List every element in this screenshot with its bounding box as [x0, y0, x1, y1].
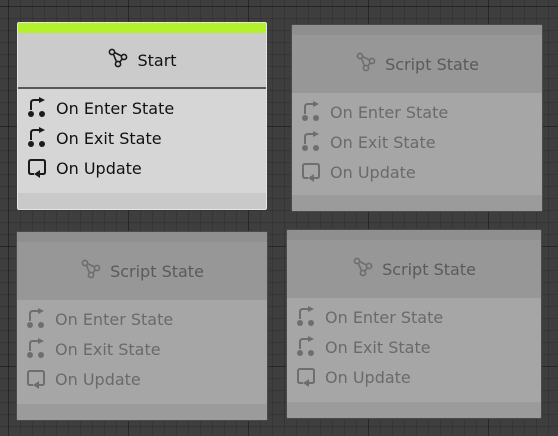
event-label: On Update — [325, 367, 411, 387]
state-node-script-state[interactable]: Script State On Enter State On Exit Stat… — [286, 229, 542, 419]
event-label: On Update — [56, 158, 142, 178]
event-row-on-exit-state[interactable]: On Exit State — [287, 332, 541, 362]
exit-state-icon — [295, 336, 317, 358]
node-header[interactable]: Script State — [17, 242, 267, 300]
enter-state-icon — [295, 306, 317, 328]
event-row-on-enter-state[interactable]: On Enter State — [287, 302, 541, 332]
state-graph-icon — [107, 48, 129, 72]
exit-state-icon — [300, 131, 322, 153]
exit-state-icon — [26, 127, 48, 149]
exit-state-icon — [25, 338, 47, 360]
node-header[interactable]: Script State — [292, 35, 542, 93]
update-loop-icon — [300, 161, 322, 183]
event-row-on-update[interactable]: On Update — [18, 153, 266, 183]
update-loop-icon — [26, 157, 48, 179]
event-label: On Enter State — [56, 98, 175, 118]
state-node-script-state[interactable]: Script State On Enter State On Exit Stat… — [291, 24, 543, 212]
event-label: On Enter State — [330, 102, 449, 122]
event-label: On Exit State — [56, 128, 162, 148]
event-row-on-update[interactable]: On Update — [287, 362, 541, 392]
node-title: Script State — [382, 259, 476, 279]
event-label: On Enter State — [325, 307, 444, 327]
event-label: On Exit State — [325, 337, 431, 357]
event-label: On Exit State — [55, 339, 161, 359]
state-graph-icon — [352, 257, 374, 281]
event-row-on-enter-state[interactable]: On Enter State — [292, 97, 542, 127]
event-label: On Update — [330, 162, 416, 182]
state-node-script-state[interactable]: Script State On Enter State On Exit Stat… — [16, 231, 268, 421]
state-graph-icon — [355, 52, 377, 76]
event-row-on-exit-state[interactable]: On Exit State — [292, 127, 542, 157]
event-row-on-enter-state[interactable]: On Enter State — [18, 93, 266, 123]
event-row-on-exit-state[interactable]: On Exit State — [18, 123, 266, 153]
event-row-on-update[interactable]: On Update — [17, 364, 267, 394]
enter-state-icon — [25, 308, 47, 330]
event-label: On Update — [55, 369, 141, 389]
node-footer — [287, 402, 541, 418]
event-row-on-exit-state[interactable]: On Exit State — [17, 334, 267, 364]
update-loop-icon — [295, 366, 317, 388]
enter-state-icon — [26, 97, 48, 119]
active-state-bar — [18, 23, 266, 33]
update-loop-icon — [25, 368, 47, 390]
event-row-on-enter-state[interactable]: On Enter State — [17, 304, 267, 334]
node-header[interactable]: Start — [18, 33, 266, 89]
node-footer — [17, 404, 267, 420]
node-footer — [292, 195, 542, 211]
state-bar — [287, 230, 541, 240]
enter-state-icon — [300, 101, 322, 123]
state-bar — [292, 25, 542, 35]
event-label: On Enter State — [55, 309, 174, 329]
state-graph-icon — [80, 259, 102, 283]
node-header[interactable]: Script State — [287, 240, 541, 298]
node-title: Script State — [110, 261, 204, 281]
node-title: Start — [137, 50, 177, 70]
event-row-on-update[interactable]: On Update — [292, 157, 542, 187]
node-title: Script State — [385, 54, 479, 74]
event-label: On Exit State — [330, 132, 436, 152]
state-node-start[interactable]: Start On Enter State On Exit State On Up… — [17, 22, 267, 210]
node-footer — [18, 193, 266, 209]
state-bar — [17, 232, 267, 242]
